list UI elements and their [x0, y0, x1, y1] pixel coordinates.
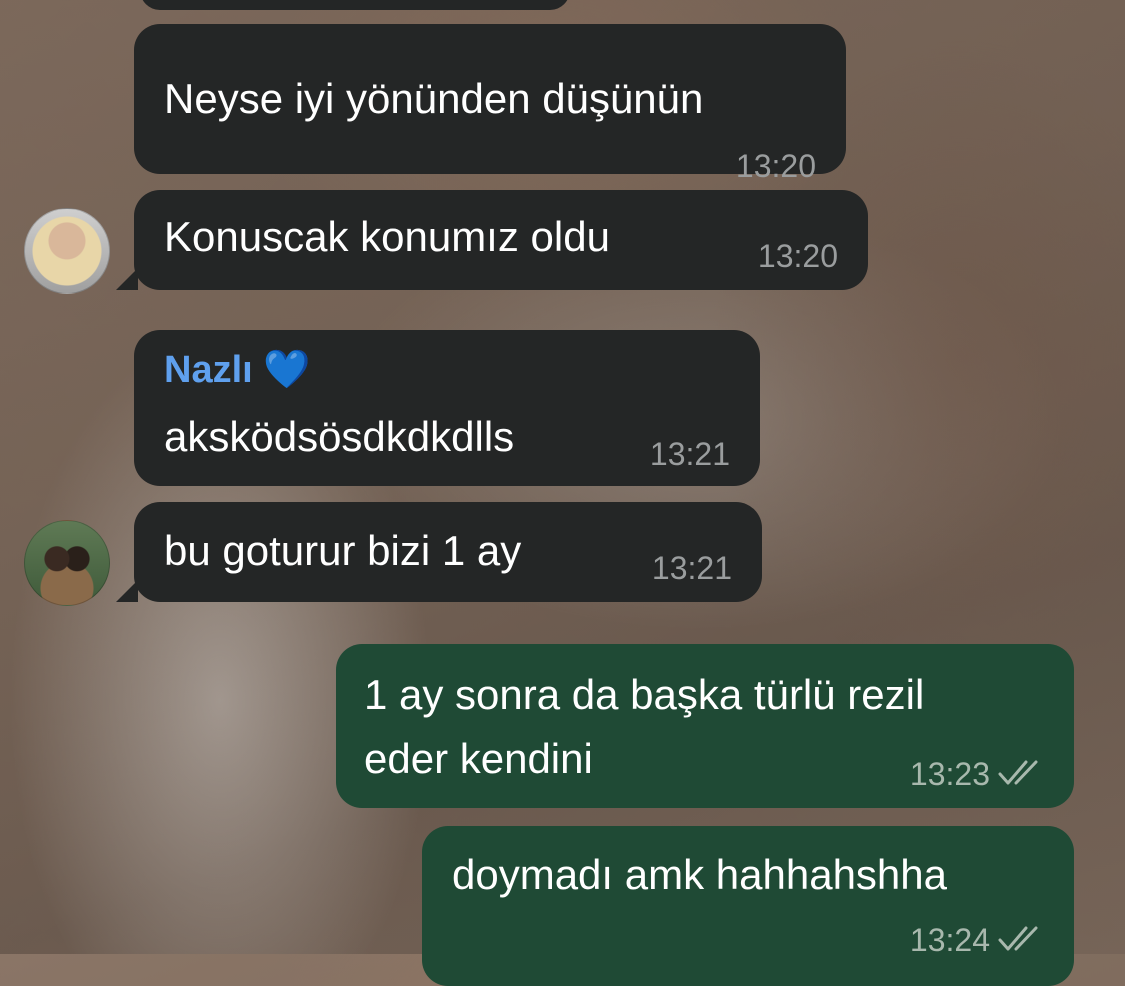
- message-text: aksködsösdkdkdlls: [164, 413, 515, 460]
- message-timestamp: 13:20: [735, 148, 816, 184]
- message-bubble[interactable]: bu goturur bizi 1 ay 13:21: [134, 502, 762, 602]
- message-text: doymadı amk hahhahshha: [452, 851, 947, 898]
- avatar[interactable]: [24, 520, 110, 606]
- message-bubble-outgoing[interactable]: doymadı amk hahhahshha 13:24: [422, 826, 1074, 986]
- message-timestamp: 13:21: [651, 550, 732, 586]
- message-text: Konuscak konumız oldu: [164, 213, 610, 260]
- message-bubble[interactable]: Neyse iyi yönünden düşünün 13:20: [134, 24, 846, 184]
- message-bubble[interactable]: Konuscak konumız oldu 13:20: [134, 190, 868, 290]
- double-check-icon: [998, 760, 1038, 785]
- message-text: bu goturur bizi 1 ay: [164, 527, 522, 574]
- message-bubble-outgoing[interactable]: 1 ay sonra da başka türlü rezil eder ken…: [336, 644, 1074, 808]
- message-timestamp: 13:21: [649, 436, 730, 472]
- previous-message-bubble[interactable]: [140, 0, 570, 10]
- message-text: Neyse iyi yönünden düşünün: [164, 75, 704, 122]
- sender-name[interactable]: Nazlı 💙: [164, 348, 311, 392]
- message-timestamp: 13:20: [757, 238, 838, 274]
- message-text-line-2: eder kendini: [364, 735, 593, 782]
- double-check-icon: [998, 926, 1038, 951]
- avatar[interactable]: [24, 208, 110, 294]
- message-timestamp: 13:23: [909, 756, 990, 792]
- message-text-line-1: 1 ay sonra da başka türlü rezil: [364, 671, 925, 718]
- message-bubble[interactable]: Nazlı 💙 aksködsösdkdkdlls 13:21: [134, 330, 760, 486]
- message-timestamp: 13:24: [909, 922, 990, 958]
